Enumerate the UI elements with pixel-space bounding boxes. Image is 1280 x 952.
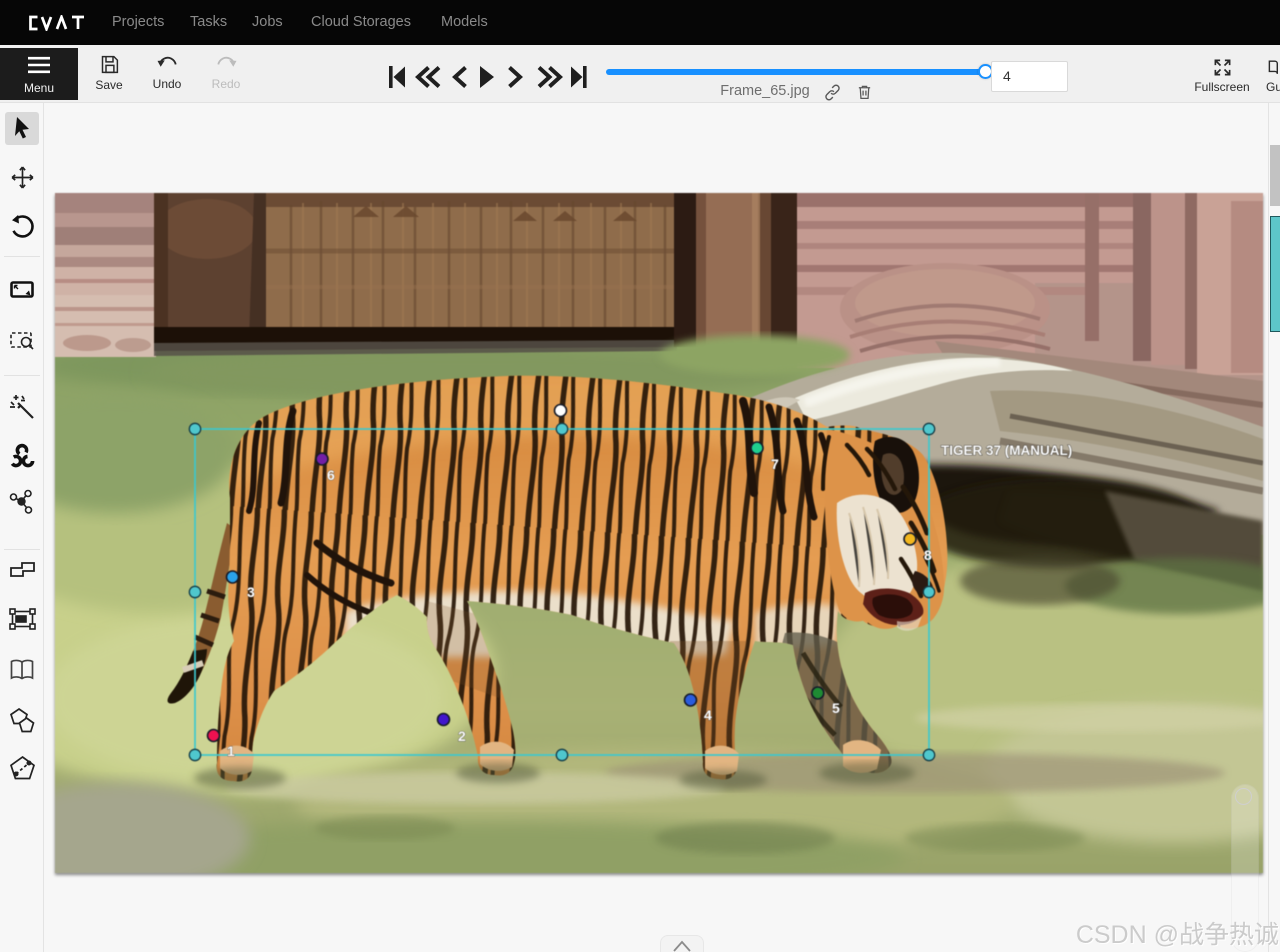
svg-text:2: 2: [458, 728, 466, 744]
svg-text:1: 1: [227, 743, 235, 759]
svg-text:7: 7: [771, 456, 779, 472]
svg-text:6: 6: [327, 467, 335, 483]
svg-text:3: 3: [247, 584, 255, 600]
svg-text:8: 8: [924, 547, 932, 563]
svg-text:4: 4: [704, 707, 712, 723]
svg-text:TIGER 37 (MANUAL): TIGER 37 (MANUAL): [941, 443, 1072, 458]
svg-text:5: 5: [832, 700, 840, 716]
